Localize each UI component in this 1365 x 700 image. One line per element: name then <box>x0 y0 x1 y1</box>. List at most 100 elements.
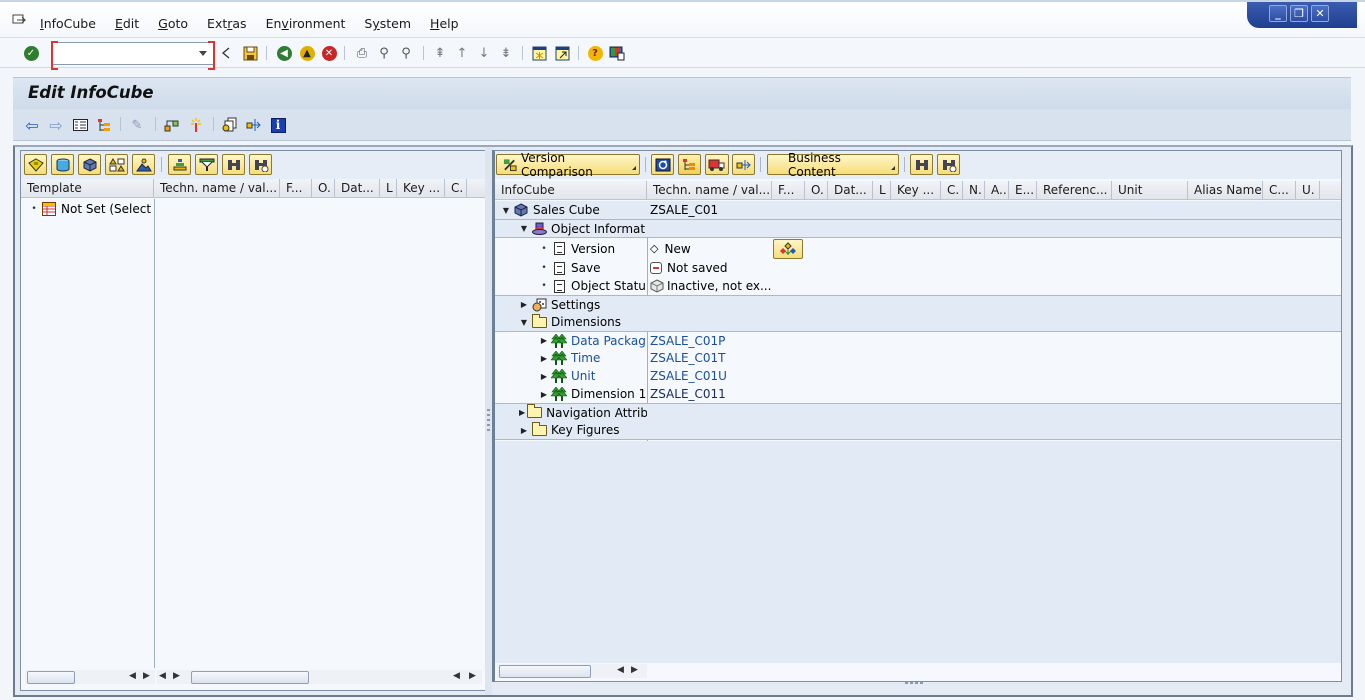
find-icon[interactable]: ⚲ <box>375 44 393 62</box>
expand-arrow-icon[interactable]: ▶ <box>539 372 549 381</box>
scrollbar-thumb[interactable] <box>191 671 309 684</box>
column-header-reference[interactable]: Referenc... <box>1037 181 1112 199</box>
transport-icon[interactable] <box>245 116 263 134</box>
tree-row-sales-cube[interactable]: ▼ Sales Cube ZSALE_C01 <box>495 201 1341 219</box>
column-header-a[interactable]: A.. <box>985 181 1009 199</box>
hierarchy-button[interactable] <box>678 154 701 175</box>
column-header-data[interactable]: Dat... <box>828 181 873 199</box>
scroll-right-arrow[interactable]: ▶ <box>469 671 476 681</box>
tree-row-object-status[interactable]: • Object Statu Inactive, not ex... <box>495 277 1341 295</box>
find-next-button[interactable] <box>249 154 272 175</box>
column-header-data[interactable]: Dat... <box>335 179 380 197</box>
scroll-left-arrow[interactable]: ◀ <box>453 671 460 681</box>
command-dropdown-icon[interactable] <box>199 51 207 56</box>
expand-arrow-icon[interactable]: ▶ <box>539 354 549 363</box>
node-value[interactable]: ZSALE_C01P <box>650 332 725 349</box>
transport-truck-button[interactable] <box>705 154 729 175</box>
customize-layout-icon[interactable] <box>608 44 626 62</box>
infoset-button[interactable] <box>105 154 128 175</box>
object-directory-icon[interactable] <box>71 116 89 134</box>
column-header-c2[interactable]: C... <box>1263 181 1296 199</box>
minimize-button[interactable]: _ <box>1269 5 1287 22</box>
menu-infocube[interactable]: InfoCube <box>40 16 96 31</box>
tree-row-dimension[interactable]: ▶ Dimension 1 ZSALE_C011 <box>495 385 1341 403</box>
menu-system[interactable]: System <box>364 16 411 31</box>
infoprovider-button[interactable] <box>24 154 47 175</box>
scroll-left-arrow[interactable]: ◀ <box>617 665 624 675</box>
column-header-u[interactable]: U. <box>1296 181 1320 199</box>
command-field[interactable] <box>51 41 215 70</box>
next-page-icon[interactable]: ↓ <box>475 44 493 62</box>
tree-row-dimension[interactable]: ▶ Unit ZSALE_C01U <box>495 367 1341 385</box>
help-icon[interactable]: ? <box>586 44 604 62</box>
column-header-alias-name[interactable]: Alias Name <box>1188 181 1263 199</box>
export-button[interactable] <box>732 154 755 175</box>
expand-arrow-icon[interactable]: ▶ <box>539 336 549 345</box>
collapse-arrow-icon[interactable]: ▼ <box>519 318 529 327</box>
node-value[interactable]: ZSALE_C01U <box>650 367 727 385</box>
column-header-f[interactable]: F... <box>772 181 805 199</box>
column-header-o[interactable]: O. <box>805 181 828 199</box>
column-header-unit[interactable]: Unit <box>1112 181 1188 199</box>
expand-arrow-icon[interactable]: ▶ <box>539 390 549 399</box>
grid-horizontal-scrollbar[interactable]: ◀ ▶ ◀ ▶ <box>157 670 482 684</box>
column-header-e[interactable]: E... <box>1009 181 1037 199</box>
scroll-left-arrow[interactable]: ◀ <box>129 671 136 681</box>
business-content-button[interactable]: Business Content <box>767 151 899 179</box>
scroll-right-arrow[interactable]: ▶ <box>173 671 180 681</box>
shortcut-icon[interactable] <box>553 44 571 62</box>
restore-button[interactable]: ❐ <box>1290 5 1308 22</box>
tree-row-dimension[interactable]: ▶ Data Packag ZSALE_C01P <box>495 331 1341 349</box>
column-header-f[interactable]: F... <box>280 179 312 197</box>
collapse-arrow-icon[interactable]: ▼ <box>519 224 529 233</box>
scroll-right-arrow[interactable]: ▶ <box>143 671 150 681</box>
menu-extras[interactable]: Extras <box>207 16 247 31</box>
activate-icon[interactable] <box>187 116 205 134</box>
tree-horizontal-scrollbar[interactable]: ◀ ▶ <box>497 664 647 678</box>
column-header-technical-name[interactable]: Techn. name / val... <box>647 181 772 199</box>
column-header-l[interactable]: L <box>380 179 397 197</box>
infocube-button[interactable] <box>78 154 101 175</box>
info-icon[interactable]: i <box>269 116 287 134</box>
scrollbar-thumb[interactable] <box>499 665 591 678</box>
scroll-right-arrow[interactable]: ▶ <box>631 665 638 675</box>
menu-environment[interactable]: Environment <box>266 16 346 31</box>
previous-page-icon[interactable]: ↑ <box>453 44 471 62</box>
tree-row-navigation-attributes[interactable]: ▶ Navigation Attrib <box>495 403 1341 421</box>
command-input[interactable] <box>58 43 198 62</box>
print-icon[interactable]: ⎙ <box>353 44 371 62</box>
tree-row-save[interactable]: • Save Not saved <box>495 259 1341 277</box>
splitter-grip[interactable] <box>487 409 490 431</box>
tree-row-key-figures[interactable]: ▶ Key Figures <box>495 421 1341 440</box>
column-header-technical-name[interactable]: Techn. name / val... <box>154 179 280 197</box>
tree-horizontal-scrollbar[interactable]: ◀ ▶ <box>25 670 155 684</box>
column-header-template[interactable]: Template <box>21 179 154 197</box>
pane-splitter[interactable] <box>485 147 492 695</box>
column-header-n[interactable]: N. <box>963 181 985 199</box>
next-object-icon[interactable]: ⇨ <box>47 116 65 135</box>
expand-arrow-icon[interactable]: ▶ <box>519 426 529 435</box>
back-triangle-icon[interactable] <box>217 44 235 62</box>
tree-icon[interactable] <box>95 116 113 134</box>
find-button[interactable] <box>910 154 933 175</box>
menu-goto[interactable]: Goto <box>158 16 188 31</box>
create-session-icon[interactable] <box>530 44 548 62</box>
collapse-arrow-icon[interactable]: ▼ <box>501 206 511 215</box>
cancel-icon[interactable]: ✕ <box>320 44 338 62</box>
enter-icon[interactable]: ✓ <box>22 44 40 62</box>
column-header-o[interactable]: O. <box>312 179 335 197</box>
tree-row-dimensions[interactable]: ▼ Dimensions <box>495 313 1341 331</box>
close-button[interactable]: ✕ <box>1311 5 1329 22</box>
edit-icon[interactable]: ✎ <box>128 116 146 134</box>
exit-icon[interactable]: ▲ <box>298 44 316 62</box>
save-icon[interactable] <box>241 44 259 62</box>
node-label[interactable]: Unit <box>571 369 595 383</box>
infoobject-catalog-button[interactable] <box>132 154 155 175</box>
version-details-button[interactable] <box>773 239 803 259</box>
tree-row-settings[interactable]: ▶ Settings <box>495 295 1341 313</box>
copy-icon[interactable] <box>221 116 239 134</box>
check-icon[interactable] <box>163 116 181 134</box>
version-comparison-button[interactable]: Version Comparison <box>496 151 640 179</box>
tree-row[interactable]: • Not Set (Select <box>21 200 487 218</box>
system-menu-icon[interactable] <box>12 14 26 26</box>
